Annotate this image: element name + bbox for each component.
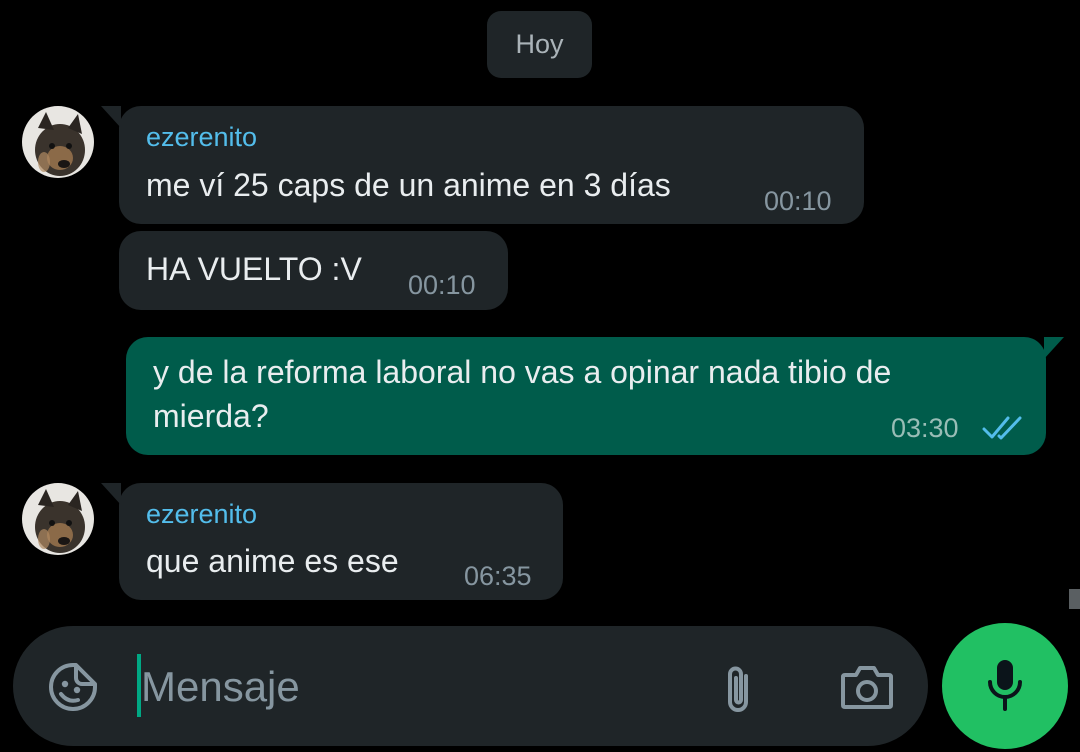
message-text-line-1: y de la reforma laboral no vas a opinar … <box>153 354 892 390</box>
message-composer[interactable]: Mensaje <box>13 626 928 746</box>
message-time: 03:30 <box>891 413 959 443</box>
sender-name[interactable]: ezerenito <box>146 122 257 153</box>
voice-record-button[interactable] <box>942 623 1068 749</box>
date-separator: Hoy <box>487 11 592 78</box>
sender-name[interactable]: ezerenito <box>146 499 257 530</box>
camera-icon[interactable] <box>837 662 897 712</box>
message-text: HA VUELTO :V <box>146 251 362 287</box>
message-time: 00:10 <box>764 186 832 216</box>
incoming-message[interactable]: ezerenito que anime es ese 06:35 <box>101 483 563 600</box>
outgoing-message[interactable]: y de la reforma laboral no vas a opinar … <box>126 337 1064 455</box>
double-check-icon <box>982 416 1022 440</box>
message-text-line-2: mierda? <box>153 398 269 434</box>
chat-screen: Hoy ezerenito me ví 25 caps de un anime … <box>0 0 1080 752</box>
microphone-icon <box>988 660 1022 711</box>
message-text: me ví 25 caps de un anime en 3 días <box>146 167 671 203</box>
dog-avatar-image <box>22 106 94 178</box>
message-text: que anime es ese <box>146 543 399 579</box>
incoming-message[interactable]: ezerenito me ví 25 caps de un anime en 3… <box>101 106 864 224</box>
message-time: 00:10 <box>408 270 476 300</box>
contact-avatar[interactable] <box>22 106 94 178</box>
message-input[interactable]: Mensaje <box>141 663 300 711</box>
message-time: 06:35 <box>464 561 532 591</box>
paperclip-icon[interactable] <box>713 662 763 718</box>
incoming-message[interactable]: HA VUELTO :V 00:10 <box>119 231 508 310</box>
sticker-emoji-icon[interactable] <box>45 663 101 711</box>
contact-avatar[interactable] <box>22 483 94 555</box>
scrollbar-thumb[interactable] <box>1069 589 1080 609</box>
dog-avatar-image <box>22 483 94 555</box>
